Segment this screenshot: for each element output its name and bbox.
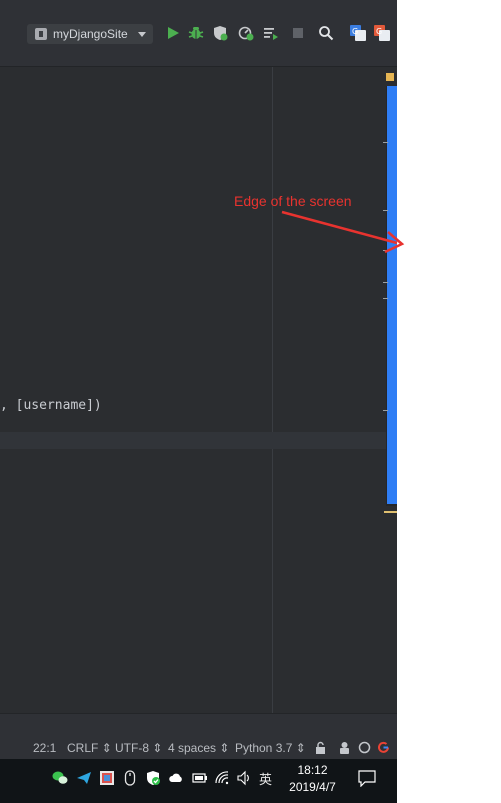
wechat-icon[interactable]	[52, 770, 68, 786]
scrollbar-marker[interactable]	[383, 250, 388, 251]
up-down-arrows-icon: ⇕	[152, 741, 163, 755]
line-separator-label: CRLF	[67, 741, 99, 755]
interpreter-selector[interactable]: Python 3.7 ⇕	[235, 741, 306, 755]
scrollbar-marker[interactable]	[383, 298, 388, 299]
svg-text:G: G	[376, 27, 382, 36]
code-editor[interactable]	[0, 67, 397, 713]
lock-icon[interactable]	[314, 741, 327, 754]
scrollbar-marker[interactable]	[383, 210, 388, 211]
concurrency-icon[interactable]	[263, 25, 279, 41]
indent-label: 4 spaces	[168, 741, 217, 755]
onedrive-cloud-icon[interactable]	[168, 770, 184, 786]
coverage-shield-icon[interactable]	[212, 25, 228, 41]
security-shield-icon[interactable]	[145, 770, 161, 786]
indent-selector[interactable]: 4 spaces ⇕	[168, 741, 229, 755]
run-configuration-label: myDjangoSite	[53, 27, 128, 41]
django-config-icon	[35, 28, 47, 40]
screenshot-tool-icon[interactable]	[99, 770, 115, 786]
clock-date: 2019/4/7	[289, 780, 336, 794]
interpreter-label: Python 3.7	[235, 741, 293, 755]
encoding-selector[interactable]: UTF-8 ⇕	[115, 741, 162, 755]
scrollbar-marker[interactable]	[383, 410, 388, 411]
scrollbar-warning-marker[interactable]	[384, 511, 397, 513]
code-line[interactable]: , [username])	[0, 396, 102, 416]
scrollbar-marker[interactable]	[383, 142, 388, 143]
annotation-label: Edge of the screen	[234, 193, 352, 209]
bug-icon[interactable]	[188, 25, 204, 41]
telegram-icon[interactable]	[76, 770, 92, 786]
battery-icon[interactable]	[192, 770, 208, 786]
svg-text:G: G	[352, 27, 358, 36]
clock-time: 18:12	[297, 763, 328, 777]
windows-taskbar: 英 18:12 2019/4/7	[0, 759, 397, 803]
volume-icon[interactable]	[236, 770, 252, 786]
inspection-status-indicator[interactable]	[386, 73, 394, 81]
stop-icon[interactable]	[290, 25, 306, 41]
notification-center-icon[interactable]	[358, 770, 376, 788]
mouse-icon[interactable]	[122, 770, 138, 786]
scrollbar-marker[interactable]	[383, 282, 388, 283]
input-method-indicator[interactable]: 英	[259, 769, 272, 788]
up-down-arrows-icon: ⇕	[101, 741, 112, 755]
play-icon[interactable]	[165, 25, 181, 41]
encoding-label: UTF-8	[115, 741, 149, 755]
caret-position[interactable]: 22:1	[33, 741, 56, 755]
event-log-icon[interactable]	[358, 741, 371, 754]
chevron-down-icon	[138, 32, 146, 37]
right-margin-guide	[272, 67, 273, 713]
profile-icon[interactable]	[238, 25, 254, 41]
run-configuration-selector[interactable]: myDjangoSite	[27, 24, 153, 44]
up-down-arrows-icon: ⇕	[219, 741, 230, 755]
screen: myDjangoSite G G , [username]) 22:1 CRLF…	[0, 0, 501, 803]
search-icon[interactable]	[318, 25, 334, 41]
inspector-icon[interactable]	[338, 741, 351, 754]
translate-icon[interactable]: G	[350, 25, 366, 41]
current-line-highlight	[0, 432, 386, 449]
translate-alt-icon[interactable]: G	[374, 25, 390, 41]
ide-window: myDjangoSite G G , [username]) 22:1 CRLF…	[0, 0, 397, 803]
system-clock[interactable]: 18:12 2019/4/7	[280, 762, 345, 796]
up-down-arrows-icon: ⇕	[295, 741, 306, 755]
wifi-icon[interactable]	[214, 770, 230, 786]
main-toolbar: myDjangoSite G G	[0, 0, 397, 67]
status-bar: 22:1 CRLF ⇕ UTF-8 ⇕ 4 spaces ⇕ Python 3.…	[0, 713, 397, 760]
line-separator-selector[interactable]: CRLF ⇕	[67, 741, 112, 755]
scrollbar-thumb[interactable]	[387, 86, 397, 504]
google-icon[interactable]	[377, 741, 390, 754]
